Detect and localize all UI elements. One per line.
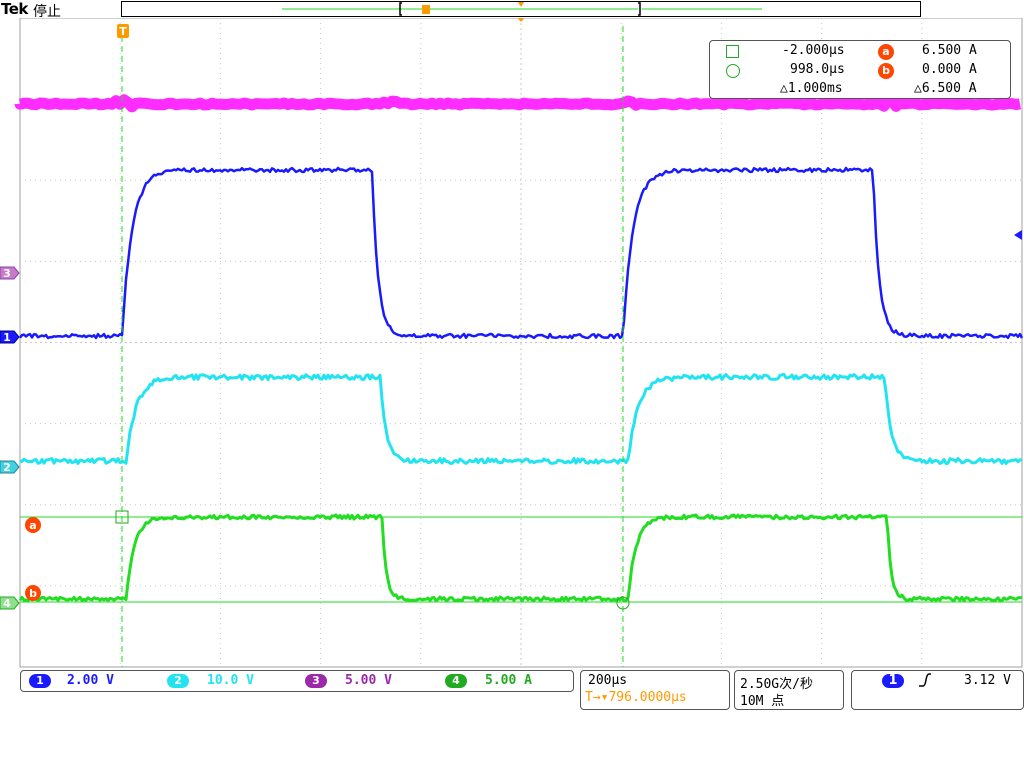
trigger-position-readout: T→▾796.0000µs [585,690,687,705]
ch2-scale[interactable]: 10.0 V [207,673,254,688]
trigger-panel[interactable]: 1 3.12 V [851,670,1024,710]
ch3-scale[interactable]: 5.00 V [345,673,392,688]
ch3-ground-marker[interactable]: 3 [0,267,19,280]
square-icon [726,45,739,58]
ch3-badge[interactable]: 3 [305,674,327,688]
channel-scale-bar: 1 2.00 V 2 10.0 V 3 5.00 V 4 5.00 A [20,670,574,692]
acquisition-panel[interactable]: 2.50G次/秒 10M 点 [734,670,844,710]
cursor-b-badge: b [878,63,894,79]
ch1-badge[interactable]: 1 [29,674,51,688]
viewport-right-bracket-icon [638,3,640,15]
ch2-badge[interactable]: 2 [167,674,189,688]
ch1-scale[interactable]: 2.00 V [67,673,114,688]
delta-time: △1.000ms [780,81,843,96]
trigger-level: 3.12 V [964,673,1011,688]
cursor-b-value: 0.000 A [922,62,977,77]
brand-logo: Tek [1,0,28,18]
record-overview-bar[interactable] [121,1,921,17]
ch4-ground-marker[interactable]: 4 [0,597,19,610]
cursor-a-badge: a [878,44,894,60]
waveform-display[interactable]: T 3 1 2 4 a b [0,18,1024,670]
timebase-panel[interactable]: 200µs T→▾796.0000µs [580,670,730,710]
ch4-badge[interactable]: 4 [445,674,467,688]
delta-value: △6.500 A [914,81,977,96]
cursor-b-marker[interactable]: b [25,585,41,601]
ch3-waveform [20,100,1020,107]
cursor-1-time: -2.000µs [782,43,845,58]
svg-text:b: b [29,587,37,600]
svg-text:a: a [29,519,36,532]
ch2-ground-marker[interactable]: 2 [0,461,19,474]
svg-text:4: 4 [3,597,11,610]
ch4-scale[interactable]: 5.00 A [485,673,532,688]
svg-text:3: 3 [3,267,11,280]
top-status-bar: Tek 停止 [0,0,1024,18]
svg-text:T: T [119,25,127,38]
ch1-ground-marker[interactable]: 1 [0,331,19,344]
record-length: 10M 点 [740,690,784,709]
record-overview-graphic [122,2,920,16]
cursor-readout-panel: -2.000µs 998.0µs △1.000ms a b 6.500 A 0.… [709,40,1011,99]
svg-text:1: 1 [3,331,11,344]
cursor-a-marker[interactable]: a [25,517,41,533]
cursor-a-value: 6.500 A [922,43,977,58]
trigger-source-badge: 1 [882,674,904,688]
trigger-position-icon [422,5,430,14]
expansion-point-icon [518,2,524,7]
circle-icon [726,64,740,78]
rising-edge-icon [918,672,932,692]
cursor-2-time: 998.0µs [790,62,845,77]
time-per-div: 200µs [588,673,627,688]
svg-text:2: 2 [3,461,11,474]
